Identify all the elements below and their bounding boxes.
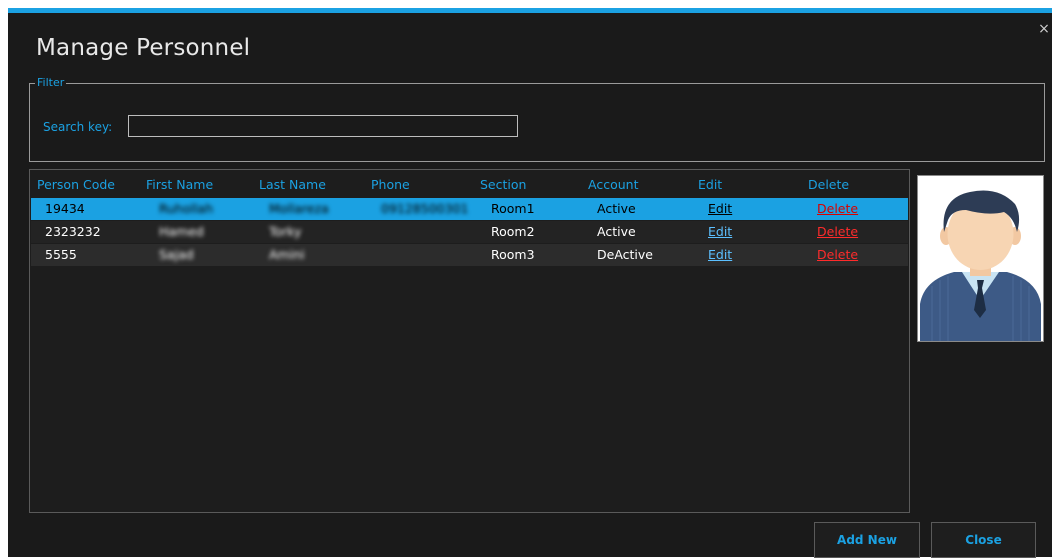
cell-phone: 09128500301	[381, 201, 469, 216]
edit-link[interactable]: Edit	[708, 244, 732, 266]
cell-account: Active	[597, 224, 636, 239]
table-row[interactable]: 2323232 Hamed Torky Room2 Active Edit De…	[31, 221, 908, 243]
delete-link[interactable]: Delete	[817, 198, 858, 220]
cell-last-name: Amini	[269, 247, 305, 262]
search-key-label: Search key:	[43, 120, 113, 134]
header-phone[interactable]: Phone	[371, 174, 410, 196]
header-last-name[interactable]: Last Name	[259, 174, 326, 196]
manage-personnel-window: × Manage Personnel Filter Search key: Pe…	[8, 8, 1052, 558]
cell-first-name: Ruhollah	[159, 201, 214, 216]
cell-account: Active	[597, 201, 636, 216]
header-account[interactable]: Account	[588, 174, 638, 196]
cell-section: Room3	[491, 247, 535, 262]
close-button[interactable]: Close	[931, 522, 1036, 558]
header-delete[interactable]: Delete	[808, 174, 849, 196]
user-avatar-icon	[918, 176, 1043, 341]
page-title: Manage Personnel	[36, 35, 251, 61]
cell-last-name: Torky	[269, 224, 302, 239]
personnel-photo	[917, 175, 1044, 342]
cell-first-name: Hamed	[159, 224, 204, 239]
edit-link[interactable]: Edit	[708, 221, 732, 243]
cell-section: Room2	[491, 224, 535, 239]
header-edit[interactable]: Edit	[698, 174, 722, 196]
filter-group: Filter Search key:	[29, 76, 1045, 162]
close-icon[interactable]: ×	[1036, 20, 1052, 38]
header-first-name[interactable]: First Name	[146, 174, 213, 196]
cell-person-code: 19434	[45, 201, 85, 216]
delete-link[interactable]: Delete	[817, 221, 858, 243]
add-new-button[interactable]: Add New	[814, 522, 920, 558]
personnel-grid: Person Code First Name Last Name Phone S…	[29, 169, 910, 513]
cell-section: Room1	[491, 201, 535, 216]
grid-header: Person Code First Name Last Name Phone S…	[30, 174, 909, 196]
cell-first-name: Sajad	[159, 247, 194, 262]
table-row[interactable]: 19434 Ruhollah Mollareza 09128500301 Roo…	[31, 198, 908, 220]
search-input[interactable]	[128, 115, 518, 137]
cell-person-code: 5555	[45, 247, 77, 262]
table-row[interactable]: 5555 Sajad Amini Room3 DeActive Edit Del…	[31, 244, 908, 266]
filter-legend: Filter	[35, 76, 67, 90]
cell-account: DeActive	[597, 247, 653, 262]
header-section[interactable]: Section	[480, 174, 526, 196]
delete-link[interactable]: Delete	[817, 244, 858, 266]
edit-link[interactable]: Edit	[708, 198, 732, 220]
cell-last-name: Mollareza	[269, 201, 329, 216]
header-person-code[interactable]: Person Code	[37, 174, 115, 196]
cell-person-code: 2323232	[45, 224, 101, 239]
